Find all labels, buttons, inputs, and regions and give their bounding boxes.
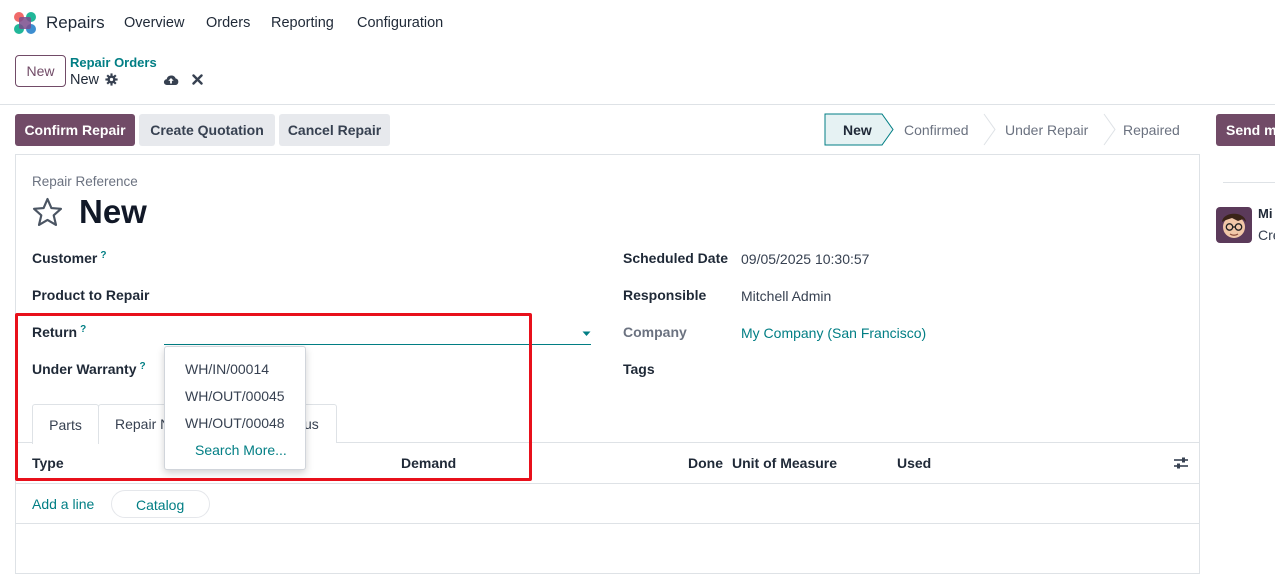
responsible-label: Responsible xyxy=(623,287,707,303)
top-navbar: Repairs Overview Orders Reporting Config… xyxy=(0,0,1275,47)
repairs-app-logo-icon[interactable] xyxy=(14,12,36,34)
app-name[interactable]: Repairs xyxy=(46,13,105,33)
catalog-button[interactable]: Catalog xyxy=(111,490,210,518)
send-message-button[interactable]: Send m xyxy=(1216,114,1275,146)
record-title[interactable]: New xyxy=(79,193,147,231)
avatar[interactable] xyxy=(1216,207,1252,243)
status-step-new[interactable]: New xyxy=(843,122,872,138)
return-autocomplete-dropdown: WH/IN/00014 WH/OUT/00045 WH/OUT/00048 Se… xyxy=(164,346,306,470)
confirm-repair-button[interactable]: Confirm Repair xyxy=(15,114,135,146)
return-input[interactable] xyxy=(164,322,591,345)
company-value[interactable]: My Company (San Francisco) xyxy=(741,325,926,341)
catalog-label: Catalog xyxy=(136,497,185,513)
new-record-button[interactable]: New xyxy=(15,55,66,87)
column-unit-of-measure[interactable]: Unit of Measure xyxy=(732,455,837,471)
product-to-repair-label: Product to Repair xyxy=(32,287,150,303)
chatter-divider xyxy=(1223,182,1275,183)
cloud-upload-save-icon[interactable] xyxy=(163,73,179,86)
control-panel-divider xyxy=(0,104,1275,105)
breadcrumb-current: New xyxy=(70,72,100,88)
column-type[interactable]: Type xyxy=(32,455,64,471)
dropdown-option[interactable]: WH/OUT/00045 xyxy=(185,388,285,404)
menu-reporting[interactable]: Reporting xyxy=(271,15,334,31)
star-favorite-icon[interactable] xyxy=(31,197,64,228)
tab-misc-label[interactable]: us xyxy=(304,416,319,432)
responsible-value[interactable]: Mitchell Admin xyxy=(741,288,831,304)
customer-help-icon[interactable]: ? xyxy=(100,250,106,261)
scheduled-date-label: Scheduled Date xyxy=(623,250,729,266)
warranty-help-icon[interactable]: ? xyxy=(140,361,146,372)
close-discard-icon[interactable] xyxy=(192,74,203,85)
repair-reference-label: Repair Reference xyxy=(32,174,138,189)
customer-label: Customer? xyxy=(32,250,107,266)
column-done[interactable]: Done xyxy=(688,455,723,471)
company-label: Company xyxy=(623,324,687,340)
gear-icon[interactable] xyxy=(105,73,118,86)
dropdown-option[interactable]: WH/IN/00014 xyxy=(185,361,269,377)
scheduled-date-value[interactable]: 09/05/2025 10:30:57 xyxy=(741,251,869,267)
add-a-line-link[interactable]: Add a line xyxy=(32,496,94,512)
menu-overview[interactable]: Overview xyxy=(124,15,184,31)
create-quotation-button[interactable]: Create Quotation xyxy=(139,114,275,146)
chatter-author: Mi xyxy=(1258,206,1273,221)
return-dropdown-caret-icon[interactable] xyxy=(582,331,591,337)
optional-columns-sliders-icon[interactable] xyxy=(1173,456,1189,470)
chatter-message: Cre xyxy=(1258,227,1275,243)
dropdown-option[interactable]: WH/OUT/00048 xyxy=(185,415,285,431)
status-step-confirmed[interactable]: Confirmed xyxy=(904,122,969,138)
status-step-under-repair[interactable]: Under Repair xyxy=(1005,122,1088,138)
search-more-link[interactable]: Search More... xyxy=(195,442,287,458)
table-footer-line xyxy=(15,523,1200,524)
under-warranty-label: Under Warranty? xyxy=(32,361,146,377)
menu-configuration[interactable]: Configuration xyxy=(357,15,443,31)
breadcrumb-repair-orders[interactable]: Repair Orders xyxy=(70,55,157,70)
column-used[interactable]: Used xyxy=(897,455,931,471)
cancel-repair-button[interactable]: Cancel Repair xyxy=(279,114,390,146)
return-help-icon[interactable]: ? xyxy=(80,324,86,335)
tags-label: Tags xyxy=(623,361,655,377)
menu-orders[interactable]: Orders xyxy=(206,15,250,31)
return-label: Return? xyxy=(32,324,87,340)
tab-parts[interactable]: Parts xyxy=(32,404,99,444)
table-header-line xyxy=(15,483,1200,484)
status-step-repaired[interactable]: Repaired xyxy=(1123,122,1180,138)
tab-repair-notes-label: Repair N xyxy=(115,416,171,432)
column-demand[interactable]: Demand xyxy=(401,455,456,471)
